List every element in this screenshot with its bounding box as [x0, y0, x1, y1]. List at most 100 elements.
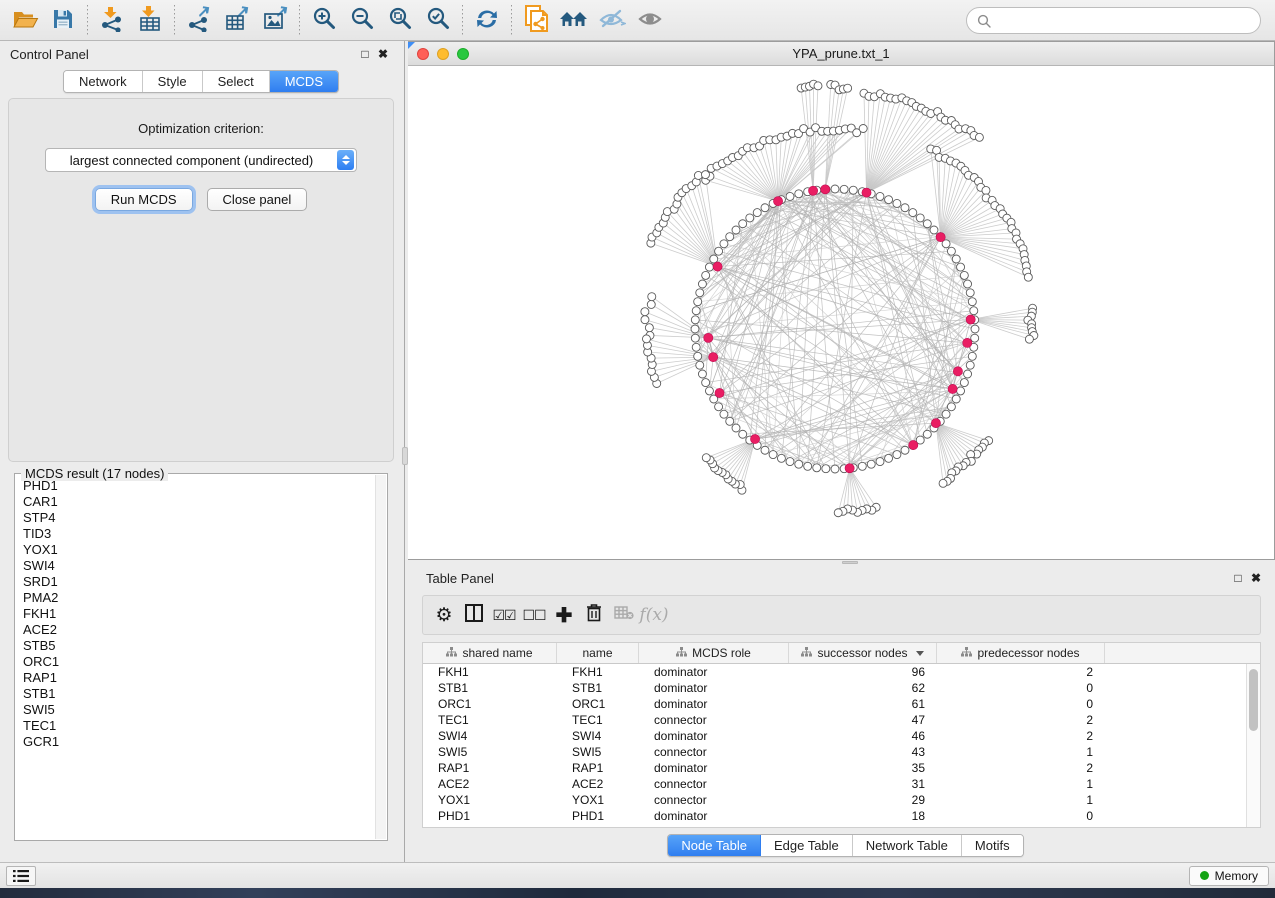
leaf-node[interactable] [702, 454, 710, 462]
ring-node[interactable] [840, 185, 848, 193]
ring-node[interactable] [901, 204, 909, 212]
mcds-node[interactable] [709, 353, 718, 362]
mcds-node[interactable] [713, 262, 722, 271]
table-row[interactable]: ORC1ORC1dominator610 [423, 696, 1260, 712]
ring-node[interactable] [715, 247, 723, 255]
mcds-node[interactable] [704, 333, 713, 342]
column-header-shared-name[interactable]: shared name [423, 643, 557, 663]
leaf-node[interactable] [834, 509, 842, 517]
mcds-node[interactable] [948, 384, 957, 393]
open-file-button[interactable] [6, 2, 44, 38]
ring-node[interactable] [702, 271, 710, 279]
ring-node[interactable] [786, 458, 794, 466]
mcds-result-item[interactable]: TID3 [23, 526, 375, 542]
gear-button[interactable]: ⚙ [431, 600, 457, 630]
table-scrollbar[interactable] [1246, 664, 1260, 827]
mcds-result-item[interactable]: GCR1 [23, 734, 375, 750]
table-row[interactable]: TEC1TEC1connector472 [423, 712, 1260, 728]
float-table-panel-icon[interactable]: □ [1229, 571, 1247, 585]
mcds-node[interactable] [953, 367, 962, 376]
ring-node[interactable] [885, 454, 893, 462]
ring-node[interactable] [952, 395, 960, 403]
mcds-result-item[interactable]: SWI5 [23, 702, 375, 718]
ring-node[interactable] [893, 451, 901, 459]
ring-node[interactable] [753, 209, 761, 217]
tab-motifs[interactable]: Motifs [962, 835, 1023, 856]
ring-node[interactable] [739, 220, 747, 228]
leaf-node[interactable] [1025, 335, 1033, 343]
ring-node[interactable] [720, 410, 728, 418]
save-session-button[interactable] [44, 2, 82, 38]
mcds-result-item[interactable]: STP4 [23, 510, 375, 526]
ring-node[interactable] [968, 352, 976, 360]
mcds-node[interactable] [909, 440, 918, 449]
tab-network-table[interactable]: Network Table [853, 835, 962, 856]
ring-node[interactable] [715, 403, 723, 411]
import-table-button[interactable] [131, 2, 169, 38]
column-header-name[interactable]: name [557, 643, 639, 663]
ring-node[interactable] [804, 462, 812, 470]
ring-node[interactable] [795, 190, 803, 198]
mcds-node[interactable] [808, 186, 817, 195]
mcds-result-item[interactable]: SWI4 [23, 558, 375, 574]
tab-style[interactable]: Style [143, 71, 203, 92]
leaf-node[interactable] [844, 84, 852, 92]
table-row[interactable]: STB1STB1dominator620 [423, 680, 1260, 696]
ring-node[interactable] [777, 454, 785, 462]
duplicate-network-button[interactable] [517, 2, 555, 38]
ring-node[interactable] [691, 334, 699, 342]
close-panel-button[interactable]: Close panel [207, 188, 308, 211]
mcds-node[interactable] [715, 388, 724, 397]
ring-node[interactable] [971, 325, 979, 333]
leaf-node[interactable] [939, 479, 947, 487]
ring-node[interactable] [966, 361, 974, 369]
ring-node[interactable] [732, 226, 740, 234]
hide-selected-button[interactable] [593, 2, 631, 38]
ring-node[interactable] [942, 410, 950, 418]
mcds-result-item[interactable]: STB5 [23, 638, 375, 654]
mcds-result-item[interactable]: STB1 [23, 686, 375, 702]
float-panel-icon[interactable]: □ [356, 47, 374, 61]
mcds-result-item[interactable]: PHD1 [23, 478, 375, 494]
mcds-node[interactable] [750, 434, 759, 443]
ring-node[interactable] [964, 280, 972, 288]
mcds-node[interactable] [773, 197, 782, 206]
ring-node[interactable] [930, 226, 938, 234]
mcds-result-item[interactable]: ACE2 [23, 622, 375, 638]
mcds-node[interactable] [862, 188, 871, 197]
ring-node[interactable] [698, 370, 706, 378]
search-box[interactable] [966, 7, 1261, 34]
ring-node[interactable] [960, 271, 968, 279]
deselect-all-checkboxes-button[interactable]: ☐☐ [521, 600, 547, 630]
ring-node[interactable] [966, 289, 974, 297]
mcds-node[interactable] [936, 233, 945, 242]
ring-node[interactable] [696, 289, 704, 297]
ring-node[interactable] [769, 451, 777, 459]
ring-node[interactable] [923, 220, 931, 228]
tab-mcds[interactable]: MCDS [270, 71, 338, 92]
leaf-node[interactable] [641, 308, 649, 316]
ring-node[interactable] [761, 446, 769, 454]
mcds-result-item[interactable]: YOX1 [23, 542, 375, 558]
search-input[interactable] [997, 13, 1250, 28]
column-header-MCDS-role[interactable]: MCDS role [639, 643, 789, 663]
memory-button[interactable]: Memory [1189, 866, 1269, 886]
mcds-result-item[interactable]: FKH1 [23, 606, 375, 622]
run-mcds-button[interactable]: Run MCDS [95, 188, 193, 211]
import-network-button[interactable] [93, 2, 131, 38]
table-scrollbar-thumb[interactable] [1249, 669, 1258, 731]
show-all-button[interactable] [631, 2, 669, 38]
leaf-node[interactable] [645, 324, 653, 332]
ring-node[interactable] [698, 280, 706, 288]
ring-node[interactable] [970, 307, 978, 315]
ring-node[interactable] [694, 352, 702, 360]
ring-node[interactable] [705, 263, 713, 271]
ring-node[interactable] [726, 233, 734, 241]
export-image-button[interactable] [256, 2, 294, 38]
zoom-in-button[interactable] [305, 2, 343, 38]
tab-node-table[interactable]: Node Table [668, 835, 761, 856]
ring-node[interactable] [867, 460, 875, 468]
ring-node[interactable] [739, 430, 747, 438]
ring-node[interactable] [964, 370, 972, 378]
ring-node[interactable] [831, 465, 839, 473]
